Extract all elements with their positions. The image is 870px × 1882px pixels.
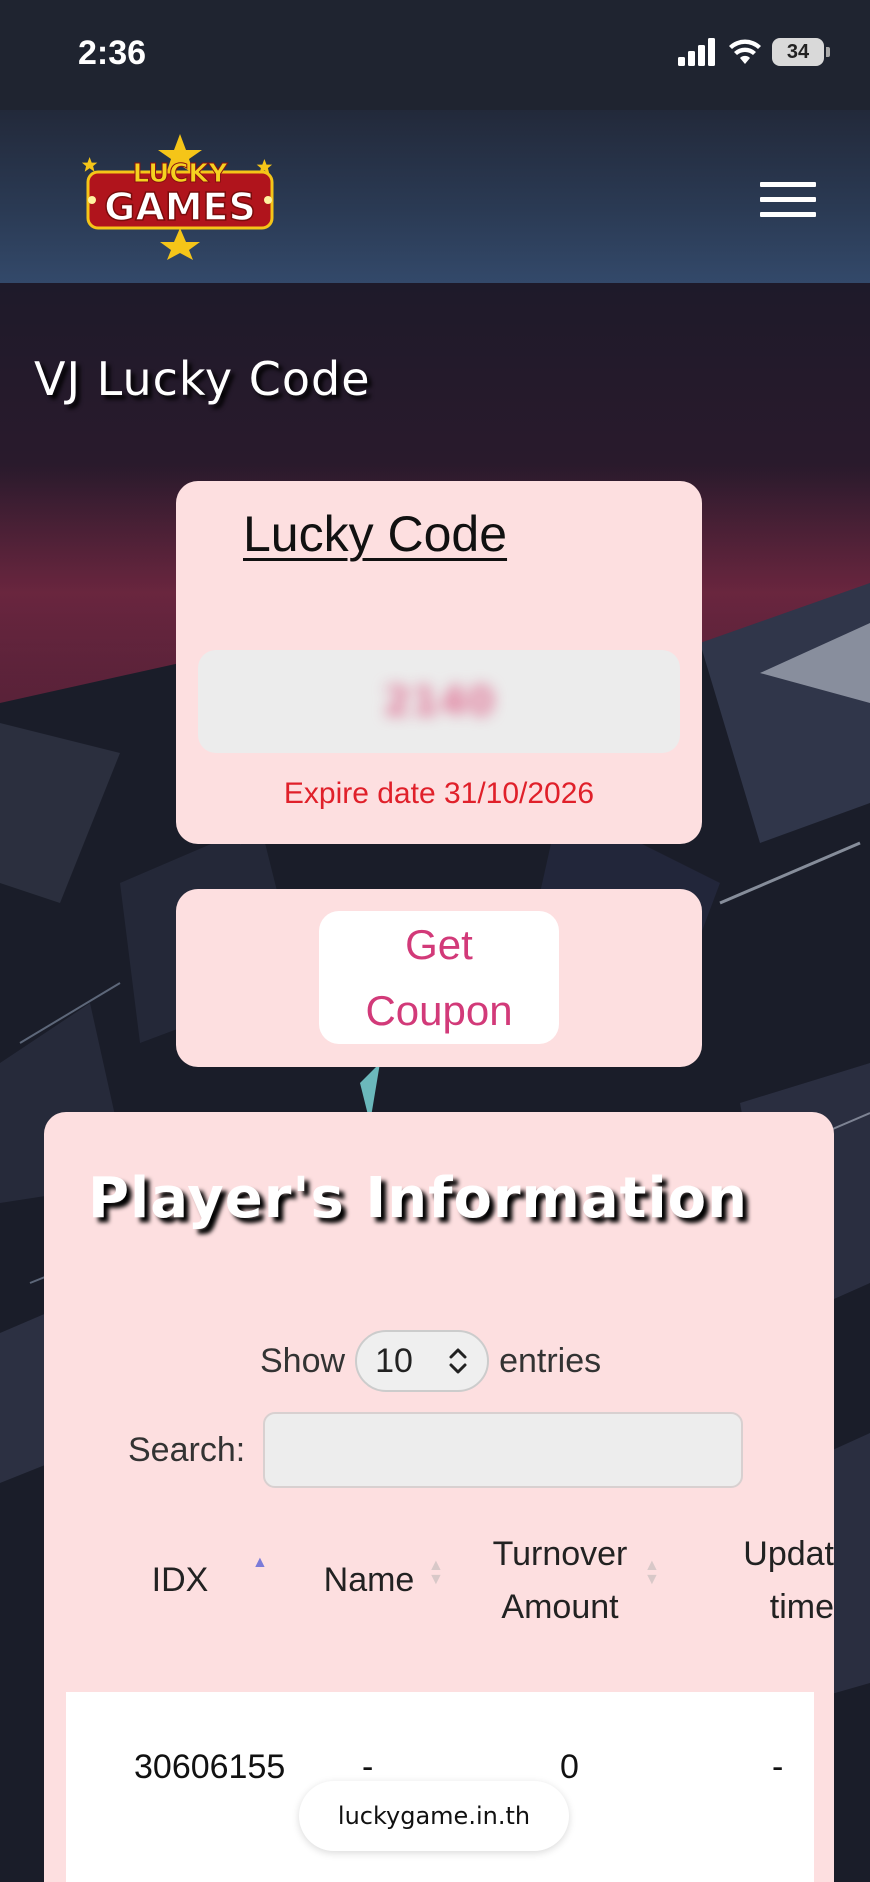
table-header: IDX ▲ Name ▲ ▼ Turnover Amount ▲ ▼ Updat t… [44, 1532, 834, 1682]
lucky-code-heading: Lucky Code [243, 506, 508, 562]
column-header-name[interactable]: Name [314, 1554, 424, 1607]
column-header-label: Turnover [492, 1535, 628, 1573]
browser-url-bar[interactable]: luckygame.in.th [299, 1781, 569, 1851]
player-info-card: Player's Information Show 10 entries Sea… [44, 1112, 834, 1882]
entries-label: entries [499, 1341, 602, 1380]
url-text: luckygame.in.th [337, 1802, 531, 1830]
updown-chevron-icon [449, 1348, 467, 1374]
search-input[interactable] [263, 1412, 744, 1488]
sort-both-icon[interactable]: ▲ ▼ [644, 1558, 660, 1588]
entries-control: Show 10 entries [260, 1330, 601, 1392]
battery-icon: 34 [772, 38, 824, 66]
column-header-label: IDX [151, 1561, 209, 1599]
menu-bar [760, 212, 816, 217]
cell-turnover: 0 [560, 1748, 579, 1786]
lucky-code-value: 2140 [383, 678, 495, 725]
expire-date: Expire date 31/10/2026 [283, 777, 595, 810]
column-header-label: Updat [743, 1535, 834, 1573]
sort-asc-icon[interactable]: ▲ [252, 1555, 268, 1571]
cellular-signal-icon [678, 38, 715, 66]
column-header-turnover[interactable]: Turnover Amount [480, 1528, 640, 1634]
search-label: Search: [128, 1430, 246, 1469]
menu-bar [760, 182, 816, 187]
column-header-update-time[interactable]: Updat time [712, 1528, 834, 1634]
player-info-title: Player's Information [88, 1166, 748, 1231]
lucky-games-logo[interactable]: LUCKY GAMES [80, 132, 280, 260]
search-control: Search: [128, 1412, 744, 1488]
column-header-label-2: Amount [501, 1588, 619, 1626]
column-header-label-2: time [769, 1588, 834, 1626]
site-header: LUCKY GAMES [0, 110, 870, 283]
battery-tip [826, 47, 830, 57]
cell-idx: 30606155 [134, 1748, 286, 1786]
show-label: Show [260, 1341, 346, 1380]
page-title: VJ Lucky Code [34, 352, 371, 406]
entries-select[interactable]: 10 [355, 1330, 490, 1392]
sort-both-icon[interactable]: ▲ ▼ [428, 1558, 444, 1588]
status-icons: 34 [678, 38, 830, 66]
wifi-icon [729, 39, 761, 64]
logo-games-text: GAMES [104, 185, 256, 229]
get-coupon-button[interactable]: Get Coupon [319, 911, 559, 1044]
menu-bar [760, 197, 816, 202]
coupon-card: Get Coupon [176, 889, 702, 1067]
hamburger-menu-icon[interactable] [760, 182, 816, 222]
get-coupon-label-line1: Get [405, 920, 473, 968]
status-bar: 2:36 34 [0, 0, 870, 110]
column-header-label: Name [323, 1561, 415, 1599]
status-time: 2:36 [78, 34, 147, 72]
get-coupon-label-line2: Coupon [365, 986, 513, 1034]
cell-update-time: - [772, 1748, 784, 1786]
lucky-code-card: Lucky Code 2140 Expire date 31/10/2026 [176, 481, 702, 844]
entries-select-value: 10 [375, 1341, 413, 1380]
lucky-code-box[interactable]: 2140 [198, 650, 680, 753]
column-header-idx[interactable]: IDX [140, 1554, 220, 1607]
